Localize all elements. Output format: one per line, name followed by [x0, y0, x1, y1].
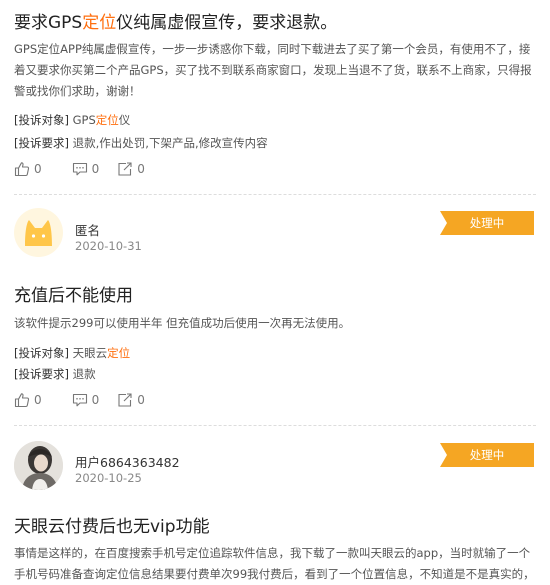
status-badge[interactable]: 处理中: [440, 443, 534, 467]
like-count: 0: [34, 393, 42, 407]
share-button[interactable]: 0: [117, 392, 145, 408]
divider: [14, 194, 536, 195]
cat-avatar-icon[interactable]: [14, 208, 63, 257]
request-text: 退款: [72, 367, 96, 381]
comment-icon: [72, 162, 87, 176]
complaint-body: 事情是这样的，在百度搜索手机号定位追踪软件信息，我下载了一款叫天眼云的app，当…: [14, 546, 535, 581]
like-count: 0: [34, 162, 42, 176]
complaint-title[interactable]: 天眼云付费后也无vip功能: [14, 512, 210, 537]
target-label: [投诉对象]: [14, 113, 69, 127]
username[interactable]: 匿名: [75, 220, 100, 239]
share-icon: [118, 393, 132, 407]
title-text: 仪纯属虚假宣传，要求退款。: [116, 13, 338, 33]
complaint-request: [投诉要求] 退款: [14, 366, 96, 382]
complaint-body: GPS定位APP纯属虚假宣传，一步一步诱惑你下载，同时下载进去了买了第一个会员，…: [14, 42, 532, 98]
comment-icon: [72, 393, 87, 407]
title-highlight: 定位: [82, 13, 117, 33]
title-text: 要求GPS: [14, 13, 83, 33]
user-photo-svg: [14, 441, 63, 490]
comment-button[interactable]: 0: [72, 161, 100, 177]
target-text: 天眼云: [72, 346, 108, 360]
complaint-target: [投诉对象] GPS定位仪: [14, 112, 130, 128]
comment-count: 0: [91, 393, 100, 407]
share-count: 0: [137, 162, 145, 176]
target-link[interactable]: 天眼云定位: [73, 346, 131, 360]
like-button[interactable]: 0: [14, 392, 42, 408]
status-badge-label: 处理中: [469, 216, 505, 230]
post-date: 2020-10-25: [75, 471, 142, 485]
status-badge[interactable]: 处理中: [440, 211, 534, 235]
target-link[interactable]: GPS定位仪: [73, 113, 131, 127]
thumbs-up-icon: [14, 393, 30, 408]
user-photo-avatar[interactable]: [14, 441, 63, 490]
comment-button[interactable]: 0: [72, 392, 100, 408]
complaint-target: [投诉对象] 天眼云定位: [14, 345, 130, 361]
request-text: 退款,作出处罚,下架产品,修改宣传内容: [72, 136, 268, 150]
username[interactable]: 用户6864363482: [75, 452, 180, 471]
target-label: [投诉对象]: [14, 346, 69, 360]
share-button[interactable]: 0: [117, 161, 145, 177]
request-label: [投诉要求]: [14, 367, 69, 381]
share-count: 0: [137, 393, 145, 407]
target-text: GPS: [72, 113, 96, 127]
request-label: [投诉要求]: [14, 136, 69, 150]
action-bar: 0 0 0: [14, 391, 163, 409]
complaint-body: 该软件提示299可以使用半年 但充值成功后使用一次再无法使用。: [14, 316, 351, 330]
status-badge-label: 处理中: [469, 448, 505, 462]
post-date: 2020-10-31: [75, 239, 142, 253]
like-button[interactable]: 0: [14, 161, 42, 177]
thumbs-up-icon: [14, 162, 30, 177]
cat-avatar-svg: [25, 220, 52, 246]
comment-count: 0: [91, 162, 100, 176]
target-highlight: 定位: [107, 346, 131, 360]
complaint-request: [投诉要求] 退款,作出处罚,下架产品,修改宣传内容: [14, 135, 268, 151]
share-icon: [118, 162, 132, 176]
complaint-title[interactable]: 要求GPS定位仪纯属虚假宣传，要求退款。: [14, 8, 337, 33]
action-bar: 0 0 0: [14, 160, 163, 178]
complaint-title[interactable]: 充值后不能使用: [14, 281, 133, 306]
divider: [14, 425, 536, 426]
target-highlight: 定位: [95, 113, 119, 127]
target-text: 仪: [118, 113, 131, 127]
